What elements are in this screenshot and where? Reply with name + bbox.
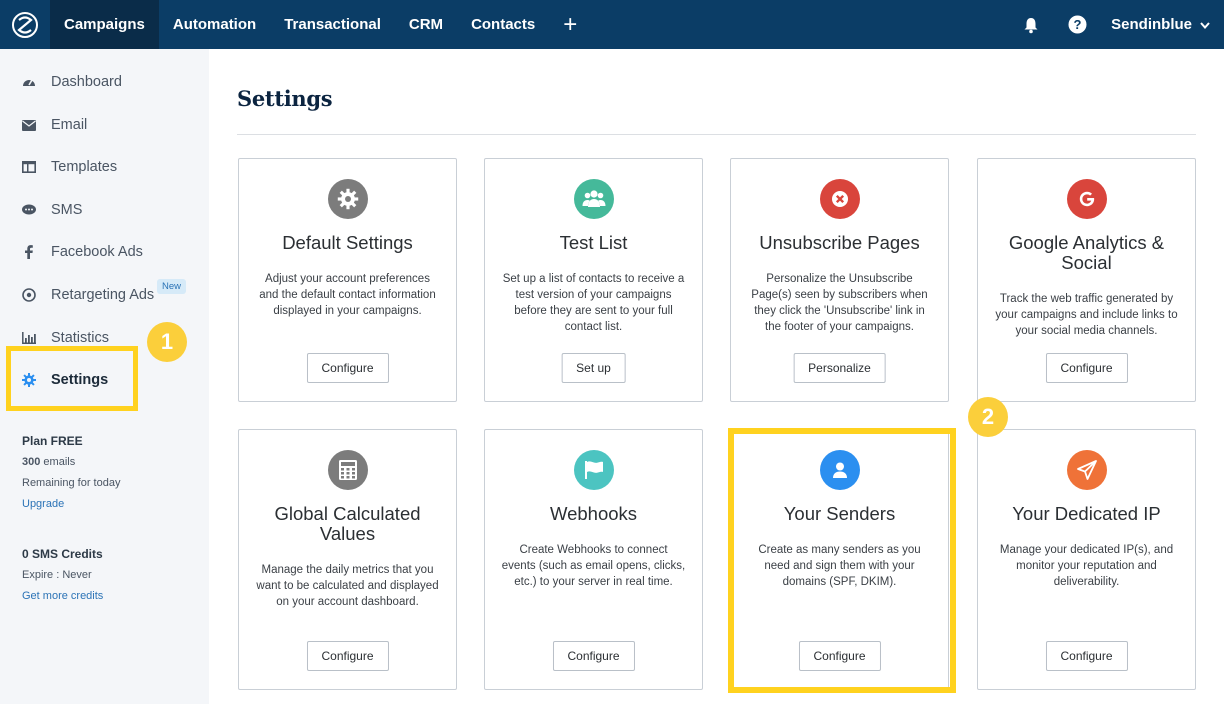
sidebar-item-label: SMS xyxy=(51,202,83,218)
senders-highlight-frame xyxy=(728,428,956,693)
top-right-actions: ? Sendinblue xyxy=(1019,0,1224,49)
card-description: Manage the daily metrics that you want t… xyxy=(256,564,439,608)
plan-title: Plan FREE xyxy=(22,434,83,448)
card-google-analytics-social: Google Analytics & Social Track the web … xyxy=(977,158,1196,402)
card-description: Adjust your account preferences and the … xyxy=(259,273,436,317)
card-description: Manage your dedicated IP(s), and monitor… xyxy=(999,544,1174,588)
nav-contacts[interactable]: Contacts xyxy=(457,0,549,49)
sidebar-item-retargeting-ads[interactable]: Retargeting Ads xyxy=(22,287,154,303)
nav-automation[interactable]: Automation xyxy=(159,0,270,49)
target-icon xyxy=(22,288,36,302)
emails-label: emails xyxy=(40,456,76,468)
card-description: Create Webhooks to connect events (such … xyxy=(501,544,686,588)
configure-global-values-button[interactable]: Configure xyxy=(306,641,389,671)
bell-icon[interactable] xyxy=(1019,13,1043,37)
card-global-calculated-values: Global Calculated Values Manage the dail… xyxy=(238,429,457,690)
upgrade-link[interactable]: Upgrade xyxy=(22,494,120,515)
chevron-down-icon xyxy=(1200,16,1210,33)
sidebar-item-templates[interactable]: Templates xyxy=(22,159,117,175)
card-title: Unsubscribe Pages xyxy=(759,232,920,253)
card-description: Set up a list of contacts to receive a t… xyxy=(502,273,685,333)
sms-credits-title: 0 SMS Credits xyxy=(22,547,103,561)
sms-credits-info: 0 SMS Credits Expire : Never Get more cr… xyxy=(22,544,103,607)
flag-icon xyxy=(573,450,614,490)
card-webhooks: Webhooks Create Webhooks to connect even… xyxy=(484,429,703,690)
emails-remaining: 300 emails xyxy=(22,452,120,473)
close-circle-icon xyxy=(819,179,860,219)
nav-transactional[interactable]: Transactional xyxy=(270,0,395,49)
sidebar-item-dashboard[interactable]: Dashboard xyxy=(22,74,122,90)
card-title: Global Calculated Values xyxy=(274,503,421,544)
new-badge: New xyxy=(157,279,187,294)
set-up-test-list-button[interactable]: Set up xyxy=(561,353,626,383)
page-title: Settings xyxy=(237,86,333,111)
nav-crm[interactable]: CRM xyxy=(395,0,457,49)
sidebar-item-label: Statistics xyxy=(51,330,110,346)
facebook-icon xyxy=(22,245,36,259)
google-icon xyxy=(1066,179,1107,219)
step-marker-2: 2 xyxy=(968,397,1008,437)
configure-default-settings-button[interactable]: Configure xyxy=(306,353,389,383)
settings-highlight-frame xyxy=(6,346,138,411)
emails-count: 300 xyxy=(22,456,41,468)
svg-text:?: ? xyxy=(1073,17,1081,32)
sidebar-item-label: Retargeting Ads xyxy=(51,287,155,303)
sendinblue-logo-icon[interactable] xyxy=(0,0,50,49)
account-menu[interactable]: Sendinblue xyxy=(1111,16,1210,33)
bar-chart-icon xyxy=(22,331,36,345)
configure-google-analytics-button[interactable]: Configure xyxy=(1045,353,1128,383)
card-title: Default Settings xyxy=(282,232,413,253)
card-title: Webhooks xyxy=(549,503,638,524)
configure-webhooks-button[interactable]: Configure xyxy=(552,641,635,671)
sidebar-item-label: Dashboard xyxy=(51,74,122,90)
card-title: Your Dedicated IP xyxy=(1012,503,1161,524)
top-navigation-bar: Campaigns Automation Transactional CRM C… xyxy=(0,0,1224,49)
configure-dedicated-ip-button[interactable]: Configure xyxy=(1045,641,1128,671)
card-title: Google Analytics & Social xyxy=(1008,232,1165,273)
get-more-credits-link[interactable]: Get more credits xyxy=(22,586,103,607)
card-title: Test List xyxy=(559,232,628,253)
sidebar-item-facebook-ads[interactable]: Facebook Ads xyxy=(22,244,143,260)
card-description: Personalize the Unsubscribe Page(s) seen… xyxy=(751,273,928,333)
step-marker-1: 1 xyxy=(147,322,187,362)
sidebar-item-label: Email xyxy=(51,117,88,133)
card-description: Track the web traffic generated by your … xyxy=(995,293,1178,337)
sidebar-item-sms[interactable]: SMS xyxy=(22,202,82,218)
sidebar-item-email[interactable]: Email xyxy=(22,117,87,133)
sidebar-item-label: Facebook Ads xyxy=(51,244,143,260)
plan-info: Plan FREE 300 emails Remaining for today… xyxy=(22,431,120,515)
calculator-icon xyxy=(327,450,368,490)
nav-campaigns[interactable]: Campaigns xyxy=(50,0,159,49)
sms-expire: Expire : Never xyxy=(22,569,92,581)
help-icon[interactable]: ? xyxy=(1065,13,1089,37)
gear-icon xyxy=(327,179,368,219)
nav-add-plus-icon[interactable]: + xyxy=(549,0,591,49)
gauge-icon xyxy=(22,75,36,89)
remaining-label: Remaining for today xyxy=(22,477,121,489)
chat-icon xyxy=(22,203,36,217)
envelope-icon xyxy=(22,118,36,132)
title-divider xyxy=(237,134,1196,135)
card-test-list: Test List Set up a list of contacts to r… xyxy=(484,158,703,402)
card-unsubscribe-pages: Unsubscribe Pages Personalize the Unsubs… xyxy=(730,158,949,402)
layout-icon xyxy=(22,160,36,174)
card-your-dedicated-ip: Your Dedicated IP Manage your dedicated … xyxy=(977,429,1196,690)
sidebar-item-label: Templates xyxy=(51,159,118,175)
personalize-unsubscribe-button[interactable]: Personalize xyxy=(793,353,886,383)
paper-plane-icon xyxy=(1066,450,1107,490)
sidebar-item-statistics[interactable]: Statistics xyxy=(22,330,109,346)
card-default-settings: Default Settings Adjust your account pre… xyxy=(238,158,457,402)
users-icon xyxy=(573,179,614,219)
account-name: Sendinblue xyxy=(1111,16,1192,33)
